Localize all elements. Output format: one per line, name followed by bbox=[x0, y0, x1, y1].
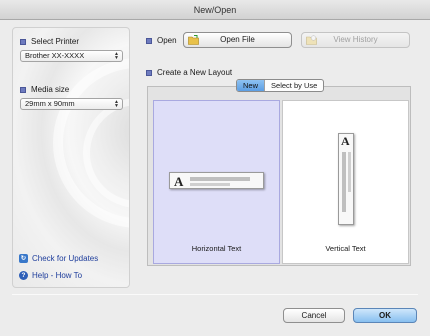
bullet-icon bbox=[20, 38, 26, 45]
select-printer-label: Select Printer bbox=[31, 37, 80, 46]
horizontal-label-preview: A bbox=[169, 172, 264, 189]
check-updates-label: Check for Updates bbox=[32, 254, 99, 263]
select-arrows-icon: ▲ ▼ bbox=[114, 51, 119, 61]
ok-label: OK bbox=[379, 311, 391, 320]
vertical-label-preview: A bbox=[338, 133, 354, 225]
bullet-icon bbox=[146, 69, 152, 76]
open-folder-icon bbox=[188, 35, 199, 45]
horizontal-text-option[interactable]: A Horizontal Text bbox=[153, 100, 280, 264]
cancel-label: Cancel bbox=[301, 311, 327, 320]
dialog-body: Select Printer Brother XX-XXXX ▲ ▼ Media … bbox=[0, 20, 430, 336]
cancel-button[interactable]: Cancel bbox=[283, 308, 345, 323]
text-line-placeholder bbox=[190, 177, 250, 181]
tab-new[interactable]: New bbox=[237, 80, 266, 91]
media-size-label: Media size bbox=[31, 85, 70, 94]
bullet-icon bbox=[146, 37, 152, 44]
letter-a-glyph: A bbox=[341, 134, 350, 148]
create-layout-label: Create a New Layout bbox=[157, 68, 233, 77]
media-size-select-value: 29mm x 90mm bbox=[25, 99, 75, 108]
view-history-label: View History bbox=[333, 35, 378, 44]
media-size-heading: Media size bbox=[20, 85, 69, 94]
footer-divider bbox=[12, 294, 418, 295]
check-updates-link[interactable]: ↻ Check for Updates bbox=[19, 254, 98, 263]
layout-tab-segmented-control: New Select by Use bbox=[236, 79, 325, 92]
vertical-text-option[interactable]: A Vertical Text bbox=[282, 100, 409, 264]
open-file-label: Open File bbox=[220, 35, 255, 44]
open-label: Open bbox=[157, 36, 177, 45]
vertical-text-label: Vertical Text bbox=[325, 244, 366, 253]
help-icon: ? bbox=[19, 271, 28, 280]
ok-button[interactable]: OK bbox=[353, 308, 417, 323]
text-line-placeholder bbox=[348, 152, 351, 192]
open-heading: Open bbox=[146, 36, 177, 45]
update-icon: ↻ bbox=[19, 254, 28, 263]
open-file-button[interactable]: Open File bbox=[183, 32, 292, 48]
select-printer-heading: Select Printer bbox=[20, 37, 79, 46]
bullet-icon bbox=[20, 86, 26, 93]
tab-select-by-use[interactable]: Select by Use bbox=[265, 80, 323, 91]
printer-select-value: Brother XX-XXXX bbox=[25, 51, 85, 60]
sidebar-panel: Select Printer Brother XX-XXXX ▲ ▼ Media … bbox=[12, 27, 130, 288]
text-line-placeholder bbox=[190, 183, 230, 186]
printer-select[interactable]: Brother XX-XXXX ▲ ▼ bbox=[20, 50, 123, 62]
letter-a-glyph: A bbox=[174, 174, 184, 189]
select-arrows-icon: ▲ ▼ bbox=[114, 99, 119, 109]
help-label: Help - How To bbox=[32, 271, 83, 280]
history-folder-icon bbox=[306, 35, 317, 45]
horizontal-text-label: Horizontal Text bbox=[191, 244, 242, 253]
create-layout-heading: Create a New Layout bbox=[146, 68, 232, 77]
view-history-button[interactable]: View History bbox=[301, 32, 410, 48]
text-line-placeholder bbox=[342, 152, 346, 212]
help-link[interactable]: ? Help - How To bbox=[19, 271, 82, 280]
window-title: New/Open bbox=[0, 0, 430, 20]
media-size-select[interactable]: 29mm x 90mm ▲ ▼ bbox=[20, 98, 123, 110]
